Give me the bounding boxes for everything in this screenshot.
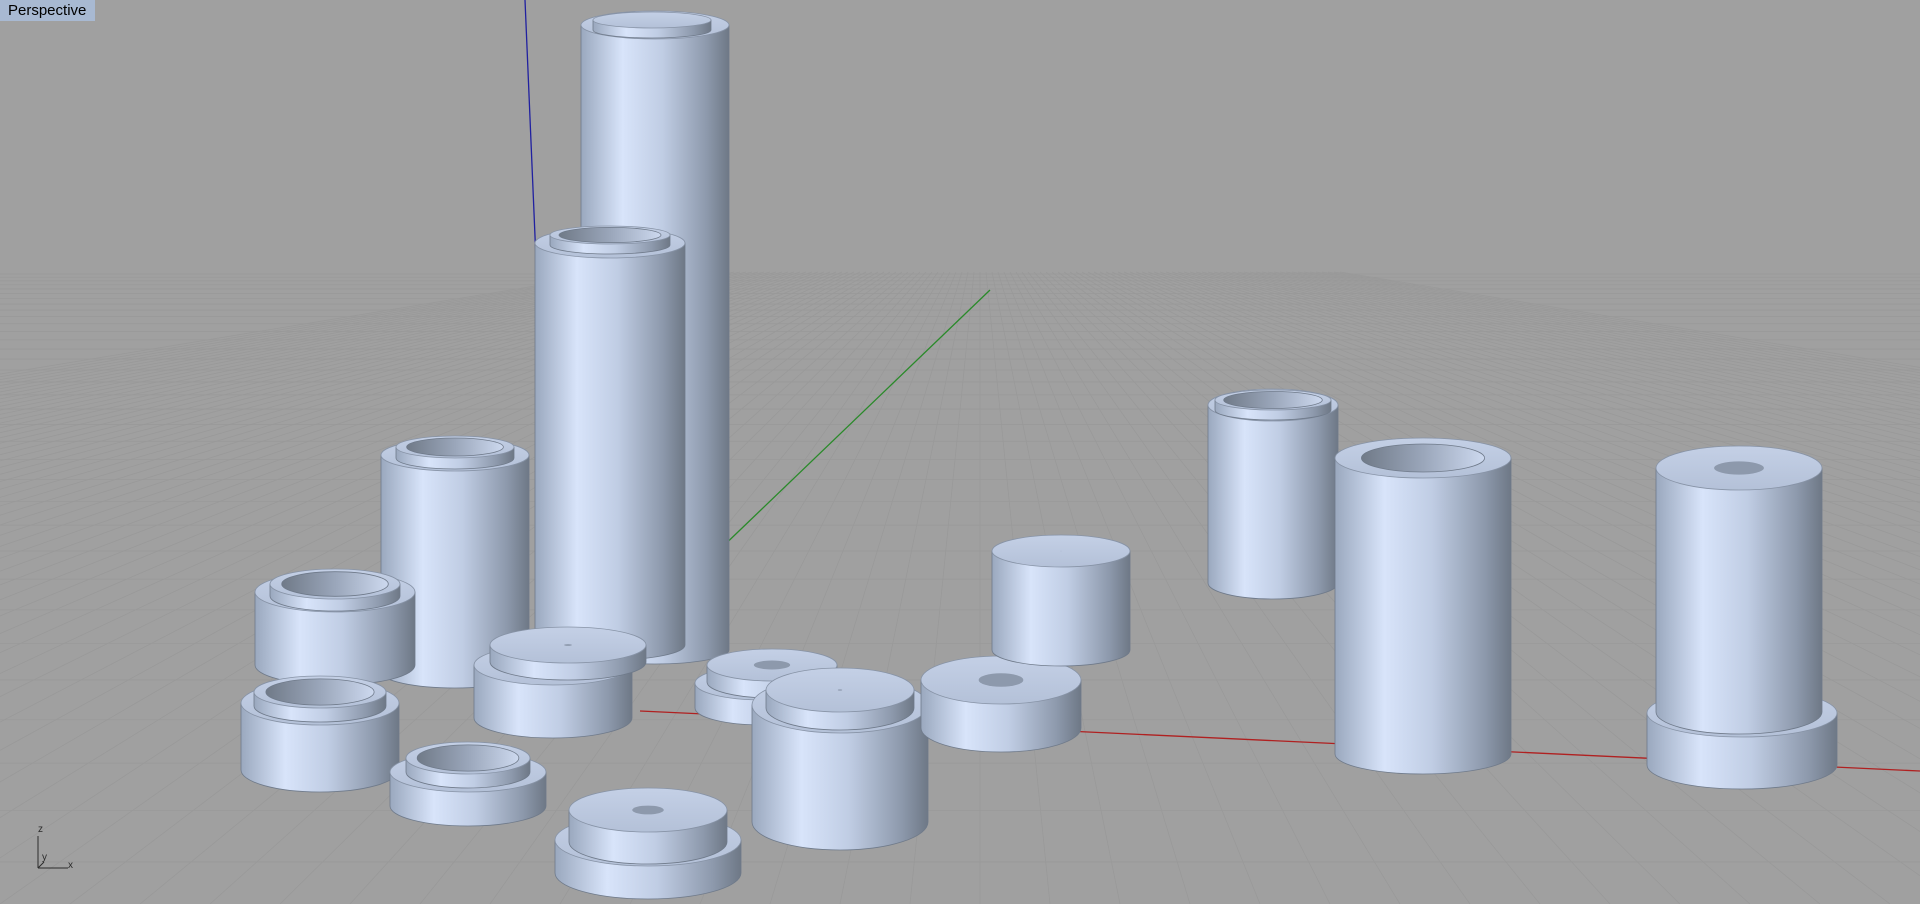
- front-washer-top-center-hole[interactable]: [632, 805, 664, 815]
- right-tube-side[interactable]: [1207, 404, 1339, 600]
- flanged-post[interactable]: [1655, 445, 1823, 735]
- tall-column-cap-top[interactable]: [592, 11, 712, 29]
- small-washer-top-center-hole[interactable]: [753, 660, 791, 670]
- right-tube[interactable]: [1207, 388, 1339, 600]
- dome-plug-top[interactable]: [765, 667, 915, 731]
- capped-puck-lid[interactable]: [489, 626, 647, 681]
- viewport-title-label[interactable]: Perspective: [0, 0, 96, 21]
- z-axis-line: [524, 0, 537, 261]
- slotted-tube-hole[interactable]: [1361, 443, 1486, 473]
- medium-tube-side[interactable]: [534, 242, 686, 661]
- axis-label-y: y: [42, 852, 47, 863]
- medium-tube-rim[interactable]: [549, 225, 671, 255]
- capped-puck-lid-center-hole[interactable]: [564, 644, 572, 646]
- world-axes-icon: z y x: [28, 824, 88, 876]
- ring-small-lip-hole[interactable]: [416, 744, 520, 772]
- axis-label-z: z: [38, 824, 43, 835]
- hole-puck[interactable]: [920, 655, 1082, 753]
- ring-lower-lip-hole[interactable]: [265, 678, 375, 706]
- solid-cylinder-side[interactable]: [991, 550, 1131, 667]
- flanged-post-side[interactable]: [1655, 467, 1823, 735]
- right-tube-rim[interactable]: [1214, 389, 1332, 421]
- ring-lower-lip[interactable]: [253, 675, 387, 723]
- viewport-scene[interactable]: [0, 0, 1920, 904]
- front-washer-top[interactable]: [568, 787, 728, 865]
- perspective-viewport[interactable]: Perspective z y x: [0, 0, 1920, 904]
- ring-upper-lip[interactable]: [269, 568, 401, 612]
- slotted-tube-side[interactable]: [1334, 457, 1512, 775]
- y-axis-line: [689, 289, 991, 579]
- tall-column-cap[interactable]: [592, 11, 712, 39]
- short-tube-rim-hole[interactable]: [406, 437, 504, 457]
- dome-plug-top-center-hole[interactable]: [837, 689, 843, 691]
- right-tube-rim-hole[interactable]: [1223, 391, 1323, 409]
- ring-upper-lip-hole[interactable]: [281, 571, 389, 597]
- medium-tube[interactable]: [534, 227, 686, 661]
- flanged-post-center-hole[interactable]: [1714, 461, 1764, 475]
- axes-widget-icon: [37, 836, 68, 869]
- hole-puck-center-hole[interactable]: [978, 673, 1024, 687]
- short-tube-rim[interactable]: [395, 435, 515, 470]
- ring-small-lip[interactable]: [405, 741, 531, 789]
- slotted-tube[interactable]: [1334, 437, 1512, 775]
- scene-objects[interactable]: [240, 10, 1838, 900]
- medium-tube-rim-hole[interactable]: [558, 226, 662, 244]
- solid-cylinder[interactable]: [991, 534, 1131, 667]
- axis-label-x: x: [68, 860, 73, 871]
